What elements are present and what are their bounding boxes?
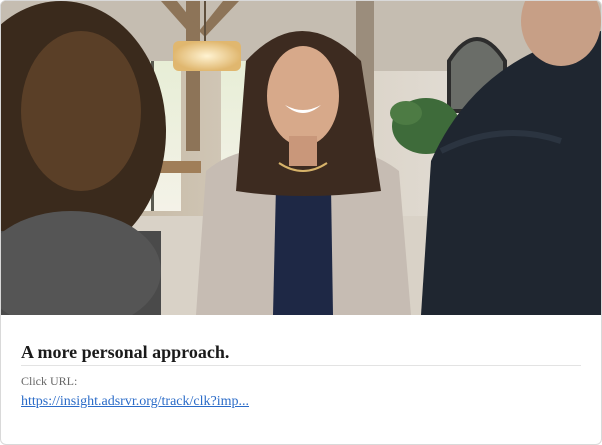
ad-headline: A more personal approach.	[21, 342, 230, 362]
ad-photo-illustration	[1, 1, 601, 315]
divider	[21, 365, 581, 366]
ad-content: A more personal approach. Click URL: htt…	[21, 315, 581, 410]
click-url-link[interactable]: https://insight.adsrvr.org/track/clk?imp…	[21, 393, 249, 410]
ad-card: A more personal approach. Click URL: htt…	[0, 0, 602, 445]
ad-image[interactable]	[1, 1, 601, 315]
click-url-label: Click URL:	[21, 374, 78, 388]
